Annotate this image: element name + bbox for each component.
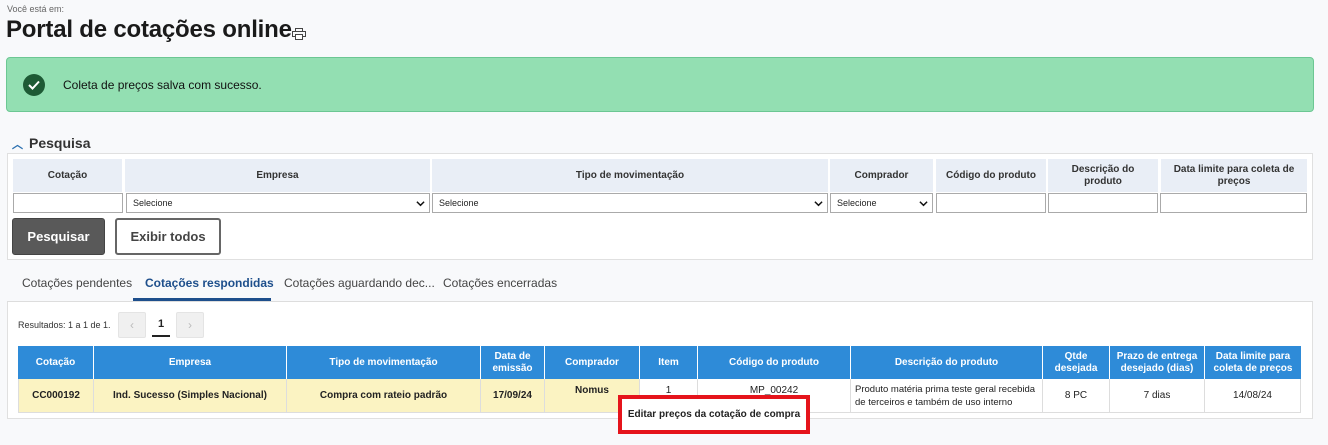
col-header-data-limite[interactable]: Data limite para coleta de preços [1205,346,1301,379]
filter-header-empresa: Empresa [125,159,430,192]
col-header-qtde[interactable]: Qtde desejada [1043,346,1110,379]
context-menu-edit-prices[interactable]: Editar preços da cotação de compra [618,395,810,434]
chevron-down-icon [814,201,823,207]
tab-cotacoes-aguardando[interactable]: Cotações aguardando dec... [284,276,435,290]
page-title: Portal de cotações online [6,16,292,43]
codigo-produto-input[interactable] [936,193,1046,213]
tab-cotacoes-encerradas[interactable]: Cotações encerradas [443,276,557,290]
col-header-prazo[interactable]: Prazo de entrega desejado (dias) [1110,346,1205,379]
results-summary: Resultados: 1 a 1 de 1. [18,320,111,330]
show-all-button[interactable]: Exibir todos [115,218,221,255]
tipo-movimentacao-select[interactable]: Selecione [432,193,828,213]
pagination-current-page[interactable]: 1 [150,318,172,330]
cell-tipo[interactable]: Compra com rateio padrão [287,379,481,413]
filter-header-cotacao: Cotação [13,159,122,192]
check-circle-icon [23,74,45,96]
chevron-up-icon: ︿ [12,139,23,151]
breadcrumb: Você está em: [7,4,65,14]
cell-descricao[interactable]: Produto matéria prima teste geral recebi… [851,379,1043,413]
comprador-select[interactable]: Selecione [830,193,933,213]
filter-header-comprador: Comprador [830,159,933,192]
success-alert: Coleta de preços salva com sucesso. [6,57,1314,112]
cell-data-emissao[interactable]: 17/09/24 [481,379,545,413]
empresa-select[interactable]: Selecione [126,193,430,213]
col-header-data-emissao[interactable]: Data de emissão [481,346,545,379]
empresa-select-value: Selecione [133,198,173,208]
tab-cotacoes-respondidas[interactable]: Cotações respondidas [145,276,274,290]
col-header-codigo[interactable]: Código do produto [698,346,851,379]
cell-cotacao[interactable]: CC000192 [18,379,94,413]
col-header-tipo[interactable]: Tipo de movimentação [287,346,481,379]
filter-header-codigo: Código do produto [936,159,1046,192]
comprador-select-value: Selecione [837,198,877,208]
filter-header-data-limite: Data limite para coleta de preços [1161,159,1307,192]
col-header-descricao[interactable]: Descrição do produto [851,346,1043,379]
chevron-down-icon [919,201,928,207]
pagination-next-button[interactable]: › [176,312,204,338]
col-header-cotacao[interactable]: Cotação [18,346,94,379]
tab-cotacoes-pendentes[interactable]: Cotações pendentes [22,276,132,290]
printer-icon[interactable] [292,28,306,40]
search-button[interactable]: Pesquisar [12,218,105,255]
data-limite-input[interactable] [1160,193,1307,213]
col-header-empresa[interactable]: Empresa [94,346,287,379]
col-header-item[interactable]: Item [640,346,698,379]
search-section-toggle[interactable]: ︿ Pesquisa [12,135,90,152]
cell-data-limite[interactable]: 14/08/24 [1205,379,1301,413]
search-heading: Pesquisa [29,135,91,151]
pagination-prev-button[interactable]: ‹ [118,312,146,338]
pagination-current-underline [152,335,170,337]
tipo-select-value: Selecione [439,198,479,208]
col-header-comprador[interactable]: Comprador [545,346,640,379]
alert-message: Coleta de preços salva com sucesso. [63,78,262,92]
tabs-divider [7,301,1313,302]
filter-header-descricao: Descrição do produto [1048,159,1158,192]
filter-header-tipo: Tipo de movimentação [432,159,828,192]
cell-prazo[interactable]: 7 dias [1110,379,1205,413]
chevron-down-icon [416,201,425,207]
descricao-produto-input[interactable] [1048,193,1158,213]
active-tab-indicator [133,298,271,301]
cotacao-input[interactable] [13,193,123,213]
cell-empresa[interactable]: Ind. Sucesso (Simples Nacional) [94,379,287,413]
cell-qtde[interactable]: 8 PC [1043,379,1110,413]
